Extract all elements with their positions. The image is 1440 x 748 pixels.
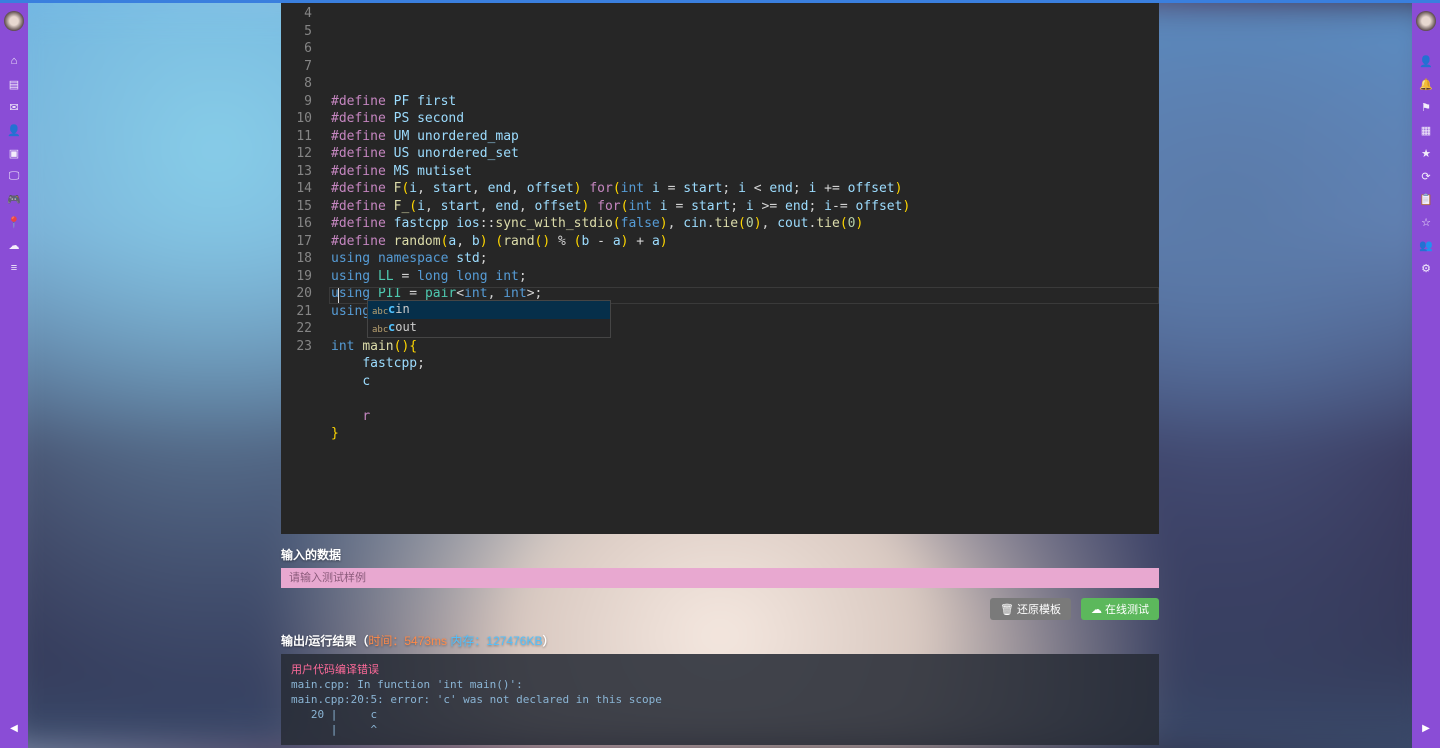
output-section-label: 输出/运行结果（时间：5473ms 内存：127476KB） [281,632,1159,649]
user2-icon[interactable]: 👥 [1419,238,1433,252]
code-area[interactable]: abccinabccout #define PF first#define PS… [329,0,1159,534]
chat-icon[interactable]: ✉ [7,100,21,114]
gear-icon[interactable]: ⚙ [1419,261,1433,275]
user-icon[interactable]: 👤 [1419,54,1433,68]
cloud-icon[interactable]: ☁ [7,238,21,252]
online-test-button[interactable]: ☁在线测试 [1081,598,1159,620]
top-bar [0,0,1440,3]
collapse-left-icon[interactable]: ◀ [10,723,18,734]
bell-icon[interactable]: 🔔 [1419,77,1433,91]
reset-icon: 🗑 [1000,603,1014,616]
cloud-icon: ☁ [1091,603,1102,616]
star-icon[interactable]: ★ [1419,146,1433,160]
file-icon[interactable]: ▤ [7,77,21,91]
control-icon[interactable]: 🎮 [7,192,21,206]
autocomplete-popup[interactable]: abccinabccout [367,300,611,338]
right-nav-rail: 👤 🔔 ⚑ ▦ ★ ⟳ 📋 ☆ 👥 ⚙ ▶ [1412,3,1440,748]
collapse-right-icon[interactable]: ▶ [1422,723,1430,734]
code-editor[interactable]: 4567891011121314151617181920212223 abcci… [281,0,1159,534]
avatar[interactable] [4,11,24,31]
left-nav-rail: ⌂ ▤ ✉ 👤 ▣ 🖵 🎮 📍 ☁ ≡ ◀ [0,3,28,748]
suggest-cout[interactable]: abccout [368,319,610,337]
main-content: 4567891011121314151617181920212223 abcci… [281,0,1159,745]
flag-icon[interactable]: ⚑ [1419,100,1433,114]
avatar-right[interactable] [1416,11,1436,31]
clip-icon[interactable]: 📋 [1419,192,1433,206]
list-icon[interactable]: ≡ [7,261,21,275]
test-input[interactable] [281,568,1159,588]
user-icon[interactable]: 👤 [7,123,21,137]
button-row: 🗑还原模板 ☁在线测试 [281,598,1159,620]
input-section-label: 输入的数据 [281,546,1159,563]
monitor-icon[interactable]: 🖵 [7,169,21,183]
error-body: main.cpp: In function 'int main()': main… [291,678,662,736]
pin-icon[interactable]: 📍 [7,215,21,229]
reset-template-button[interactable]: 🗑还原模板 [990,598,1071,620]
star2-icon[interactable]: ☆ [1419,215,1433,229]
output-console: 用户代码编译错误 main.cpp: In function 'int main… [281,654,1159,745]
line-gutter: 4567891011121314151617181920212223 [281,0,329,534]
refresh-icon[interactable]: ⟳ [1419,169,1433,183]
error-header: 用户代码编译错误 [291,663,379,676]
home-icon[interactable]: ⌂ [7,54,21,68]
folder-icon[interactable]: ▣ [7,146,21,160]
text-cursor [338,288,339,303]
book-icon[interactable]: ▦ [1419,123,1433,137]
suggest-cin[interactable]: abccin [368,301,610,319]
